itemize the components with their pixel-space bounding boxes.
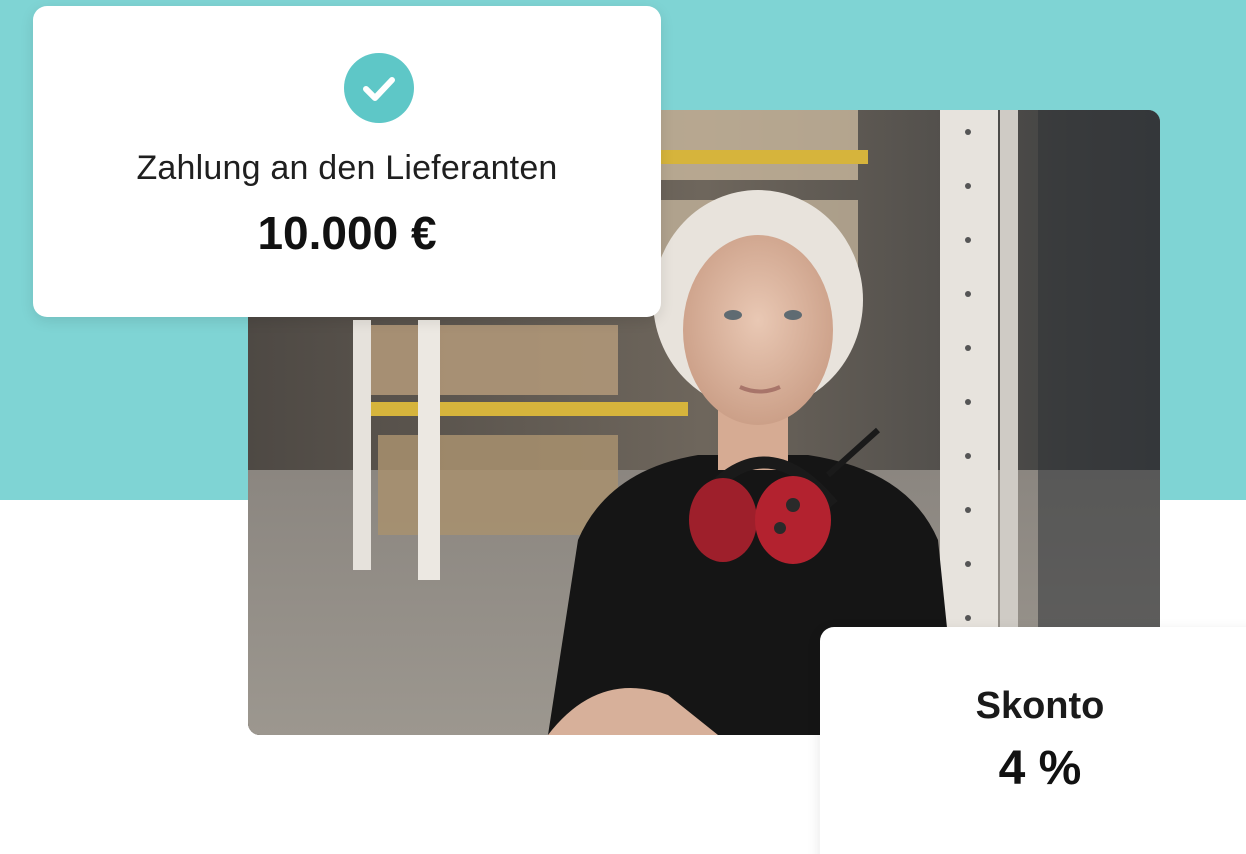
payment-amount: 10.000 € [257, 207, 437, 259]
payment-card: Zahlung an den Lieferanten 10.000 € [33, 6, 661, 317]
skonto-value: 4 % [998, 742, 1082, 795]
check-icon [344, 53, 414, 123]
skonto-card: Skonto 4 % [820, 627, 1246, 854]
skonto-label: Skonto [975, 685, 1105, 727]
hero-graphic: Zahlung an den Lieferanten 10.000 € Skon… [0, 0, 1246, 854]
payment-label: Zahlung an den Lieferanten [136, 149, 558, 187]
